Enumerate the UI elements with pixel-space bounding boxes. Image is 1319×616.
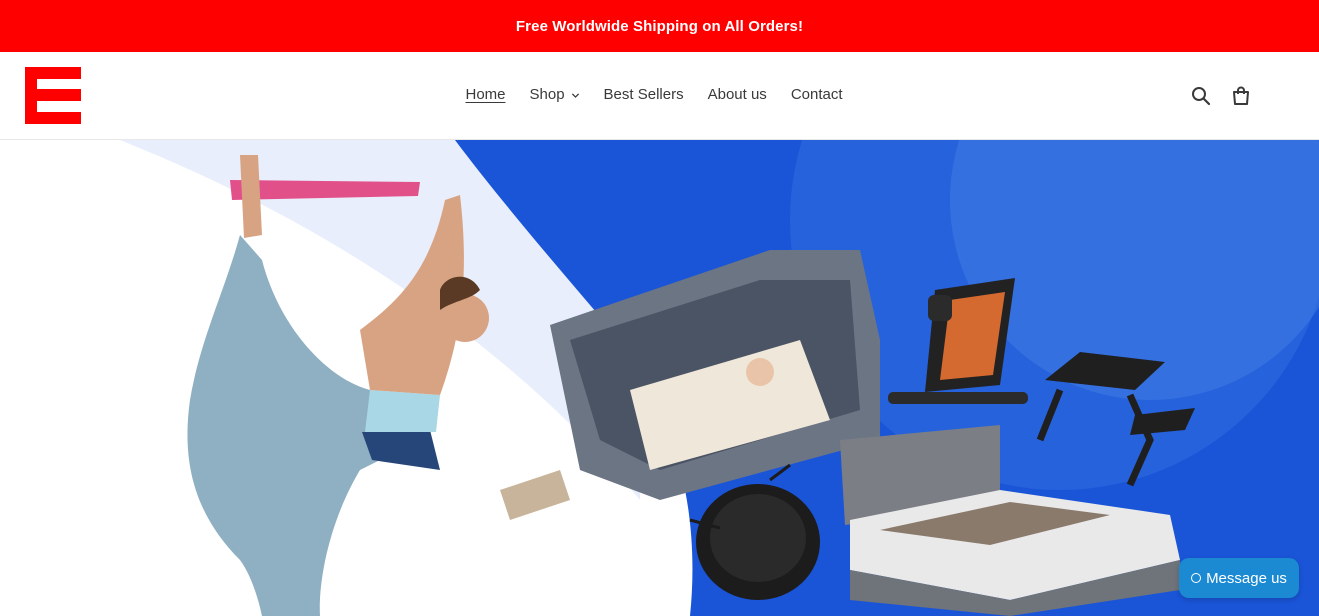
chevron-down-icon: [571, 92, 579, 98]
nav-shop-label: Shop: [529, 86, 565, 103]
search-button[interactable]: [1190, 85, 1212, 107]
nav-best-sellers-label: Best Sellers: [603, 86, 684, 103]
announcement-bar: Free Worldwide Shipping on All Orders!: [0, 0, 1319, 52]
cart-button[interactable]: [1230, 85, 1252, 107]
nav-home-label: Home: [465, 86, 506, 103]
message-us-label: Message us: [1206, 569, 1287, 587]
store-logo-icon: [25, 67, 81, 124]
nav-home[interactable]: Home: [465, 85, 505, 105]
search-icon: [1192, 87, 1211, 106]
hero-banner[interactable]: [0, 140, 1319, 616]
nav-contact-label: Contact: [790, 86, 843, 103]
chat-bubble-icon: [1191, 573, 1202, 583]
nav-contact[interactable]: Contact: [791, 85, 843, 105]
announcement-text: Free Worldwide Shipping on All Orders!: [515, 17, 804, 35]
nav-shop[interactable]: Shop: [530, 85, 580, 105]
site-header: Home Shop Best Sellers About us Contact: [0, 52, 1319, 140]
nav-about-us-label: About us: [707, 86, 767, 103]
main-nav: Home Shop Best Sellers About us Contact: [0, 85, 1319, 105]
nav-about-us[interactable]: About us: [708, 85, 767, 105]
cart-icon: [1233, 86, 1249, 105]
message-us-button[interactable]: Message us: [1179, 558, 1299, 598]
nav-best-sellers[interactable]: Best Sellers: [604, 85, 684, 105]
hero-image: [0, 140, 1319, 616]
store-logo[interactable]: [25, 67, 81, 124]
